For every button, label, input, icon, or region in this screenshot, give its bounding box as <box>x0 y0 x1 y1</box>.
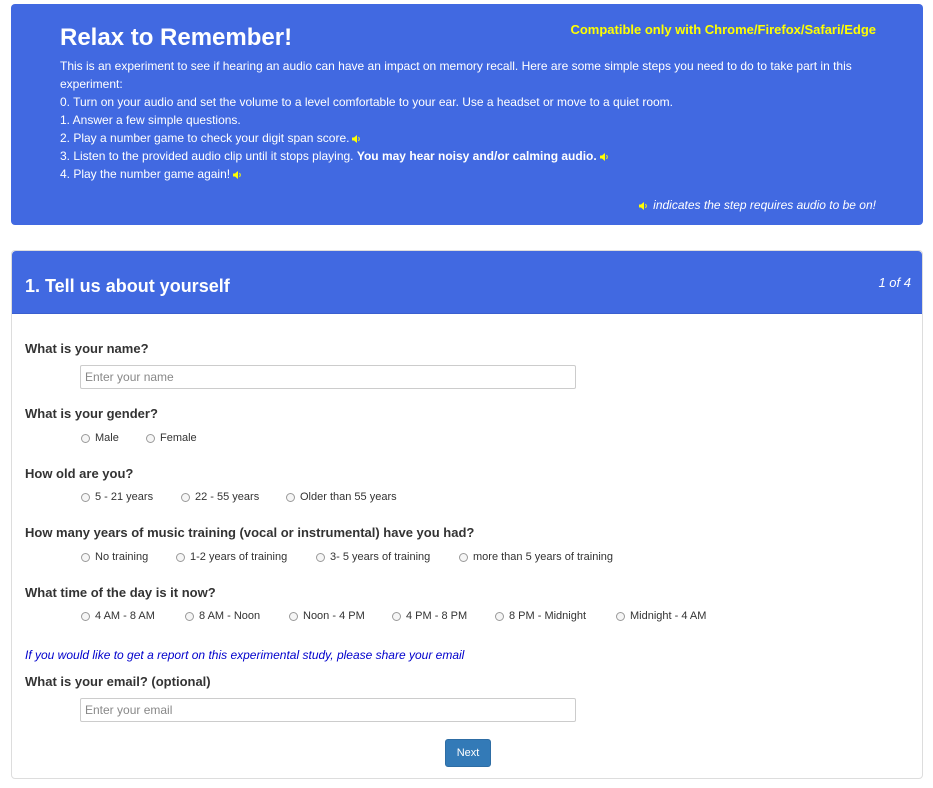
age-option-5-21[interactable]: 5 - 21 years <box>81 491 153 503</box>
radio-button[interactable] <box>392 611 401 621</box>
email-input[interactable] <box>80 698 576 722</box>
gender-option-label: Female <box>160 432 197 444</box>
time-option-8am-noon[interactable]: 8 AM - Noon <box>185 610 260 622</box>
music-option-none[interactable]: No training <box>81 551 148 563</box>
speaker-icon <box>233 170 241 179</box>
email-question: What is your email? (optional) <box>25 674 211 689</box>
report-note: If you would like to get a report on thi… <box>25 648 465 662</box>
radio-button[interactable] <box>176 552 185 562</box>
gender-question: What is your gender? <box>25 406 158 421</box>
step-2-text: 2. Play a number game to check your digi… <box>60 131 350 145</box>
music-option-label: 1-2 years of training <box>190 551 288 563</box>
music-option-3-5[interactable]: 3- 5 years of training <box>316 551 430 563</box>
radio-button[interactable] <box>81 433 90 443</box>
step-0-text: 0. Turn on your audio and set the volume… <box>60 95 674 109</box>
radio-button[interactable] <box>459 552 468 562</box>
name-question: What is your name? <box>25 341 149 356</box>
intro-paragraph: This is an experiment to see if hearing … <box>60 59 852 91</box>
radio-button[interactable] <box>81 492 90 502</box>
time-option-label: Noon - 4 PM <box>303 610 365 622</box>
music-option-1-2[interactable]: 1-2 years of training <box>176 551 287 563</box>
age-option-label: 22 - 55 years <box>195 491 260 503</box>
step-3: 3. Listen to the provided audio clip unt… <box>60 147 880 165</box>
audio-legend: indicates the step requires audio to be … <box>639 198 876 212</box>
age-question: How old are you? <box>25 466 134 481</box>
questionnaire-panel: 1. Tell us about yourself 1 of 4 What is… <box>11 250 923 779</box>
time-question: What time of the day is it now? <box>25 585 216 600</box>
radio-button[interactable] <box>289 611 298 621</box>
music-option-over-5[interactable]: more than 5 years of training <box>459 551 613 563</box>
radio-button[interactable] <box>81 552 90 562</box>
time-option-label: 4 PM - 8 PM <box>406 610 468 622</box>
time-option-4pm-8pm[interactable]: 4 PM - 8 PM <box>392 610 467 622</box>
step-0: 0. Turn on your audio and set the volume… <box>60 93 880 111</box>
time-option-label: 4 AM - 8 AM <box>95 610 155 622</box>
browser-compat-note: Compatible only with Chrome/Firefox/Safa… <box>570 22 876 37</box>
radio-button[interactable] <box>81 611 90 621</box>
step-indicator: 1 of 4 <box>878 275 911 290</box>
audio-legend-text: indicates the step requires audio to be … <box>653 198 876 212</box>
age-option-22-55[interactable]: 22 - 55 years <box>181 491 259 503</box>
music-option-label: 3- 5 years of training <box>330 551 431 563</box>
radio-button[interactable] <box>495 611 504 621</box>
time-option-label: Midnight - 4 AM <box>630 610 707 622</box>
radio-button[interactable] <box>146 433 155 443</box>
age-option-over-55[interactable]: Older than 55 years <box>286 491 397 503</box>
time-option-4am-8am[interactable]: 4 AM - 8 AM <box>81 610 155 622</box>
music-option-label: more than 5 years of training <box>473 551 614 563</box>
gender-option-female[interactable]: Female <box>146 432 197 444</box>
step-3-bold-text: You may hear noisy and/or calming audio. <box>356 149 597 163</box>
time-option-8pm-midnight[interactable]: 8 PM - Midnight <box>495 610 586 622</box>
radio-button[interactable] <box>616 611 625 621</box>
step-2: 2. Play a number game to check your digi… <box>60 129 880 147</box>
gender-option-male[interactable]: Male <box>81 432 119 444</box>
time-option-noon-4pm[interactable]: Noon - 4 PM <box>289 610 365 622</box>
speaker-icon <box>599 152 608 161</box>
speaker-icon <box>639 201 647 210</box>
age-option-label: 5 - 21 years <box>95 491 154 503</box>
radio-button[interactable] <box>181 492 190 502</box>
name-input[interactable] <box>80 365 576 389</box>
panel-header: 1. Tell us about yourself 1 of 4 <box>12 251 922 314</box>
speaker-icon <box>352 134 361 143</box>
radio-button[interactable] <box>185 611 194 621</box>
time-option-midnight-4am[interactable]: Midnight - 4 AM <box>616 610 706 622</box>
time-option-label: 8 PM - Midnight <box>509 610 587 622</box>
age-option-label: Older than 55 years <box>300 491 397 503</box>
panel-title: 1. Tell us about yourself <box>25 276 230 296</box>
intro-banner: Relax to Remember! Compatible only with … <box>11 4 923 225</box>
radio-button[interactable] <box>286 492 295 502</box>
gender-option-label: Male <box>95 432 119 444</box>
intro-text: This is an experiment to see if hearing … <box>60 57 880 183</box>
time-option-label: 8 AM - Noon <box>199 610 261 622</box>
step-3-text: 3. Listen to the provided audio clip unt… <box>60 149 354 163</box>
step-4-text: 4. Play the number game again! <box>60 167 231 181</box>
step-1: 1. Answer a few simple questions. <box>60 111 880 129</box>
music-question: How many years of music training (vocal … <box>25 525 475 540</box>
radio-button[interactable] <box>316 552 325 562</box>
page-title: Relax to Remember! <box>60 24 293 51</box>
music-option-label: No training <box>95 551 149 563</box>
step-1-text: 1. Answer a few simple questions. <box>60 113 241 127</box>
next-button[interactable]: Next <box>445 739 491 767</box>
step-4: 4. Play the number game again! <box>60 165 880 183</box>
